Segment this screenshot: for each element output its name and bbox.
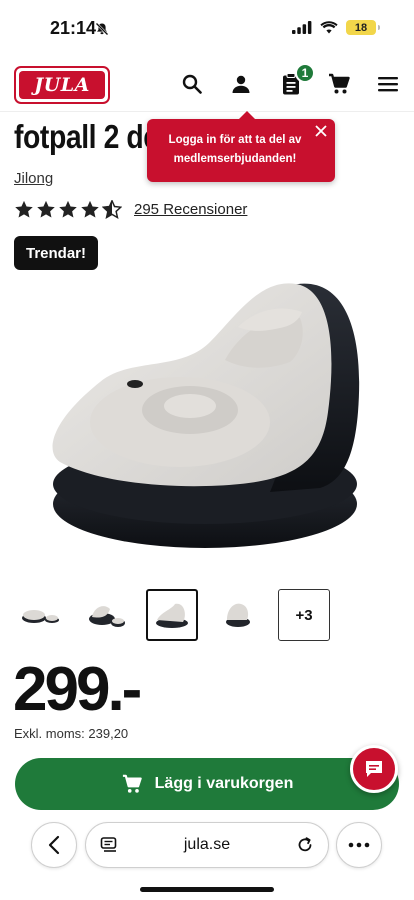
cart-icon[interactable]	[327, 72, 351, 96]
price: 299.-	[13, 655, 142, 724]
site-header: JULA 1	[0, 54, 414, 112]
more-images-button[interactable]: +3	[278, 589, 330, 641]
chat-button[interactable]	[350, 745, 398, 793]
chevron-left-icon	[48, 835, 60, 855]
login-popup[interactable]: Logga in för att ta del av medlemserbjud…	[147, 111, 335, 182]
chat-icon	[366, 761, 382, 777]
jula-logo[interactable]: JULA	[14, 66, 110, 104]
thumbnail-strip: +3	[14, 589, 330, 641]
thumbnail-1[interactable]	[14, 589, 66, 641]
star-icon	[59, 200, 77, 218]
cart-icon	[122, 774, 142, 793]
url-text: jula.se	[183, 836, 231, 853]
half-star-icon	[102, 200, 122, 219]
address-bar[interactable]: jula.se	[85, 822, 329, 868]
reviews-link[interactable]: 295 Recensioner	[134, 201, 247, 218]
reload-icon[interactable]	[296, 836, 314, 854]
brand-link[interactable]: Jilong	[14, 170, 53, 187]
add-to-cart-button[interactable]: Lägg i varukorgen	[15, 758, 399, 810]
star-icon	[81, 200, 99, 218]
price-ex-vat: Exkl. moms: 239,20	[14, 726, 129, 741]
back-button[interactable]	[31, 822, 77, 868]
search-icon[interactable]	[180, 72, 204, 96]
menu-icon[interactable]	[376, 72, 400, 96]
more-options-button[interactable]	[336, 822, 382, 868]
star-icon	[15, 200, 33, 218]
bell-off-icon	[95, 22, 109, 36]
status-time: 21:14	[50, 18, 97, 38]
product-image[interactable]	[40, 262, 380, 562]
shopping-list-icon[interactable]: 1	[279, 63, 315, 96]
login-popup-text: Logga in för att ta del av medlemserbjud…	[168, 134, 302, 165]
logo-text: JULA	[19, 71, 105, 99]
user-icon[interactable]	[229, 72, 253, 96]
rating: 295 Recensioner	[14, 200, 247, 219]
close-icon[interactable]	[314, 124, 328, 138]
signal-icon	[292, 21, 312, 34]
battery-level: 18	[354, 21, 368, 34]
thumbnail-2[interactable]	[80, 589, 132, 641]
list-badge: 1	[295, 63, 315, 83]
browser-bar: jula.se	[0, 812, 414, 900]
wifi-icon	[320, 21, 338, 34]
thumbnail-3[interactable]	[146, 589, 198, 641]
add-to-cart-label: Lägg i varukorgen	[154, 775, 294, 792]
status-bar: 21:14 18	[0, 0, 414, 54]
thumbnail-4[interactable]	[212, 589, 264, 641]
home-indicator	[140, 887, 274, 892]
more-icon	[348, 842, 370, 848]
star-icon	[37, 200, 55, 218]
battery-icon: 18	[346, 20, 380, 35]
